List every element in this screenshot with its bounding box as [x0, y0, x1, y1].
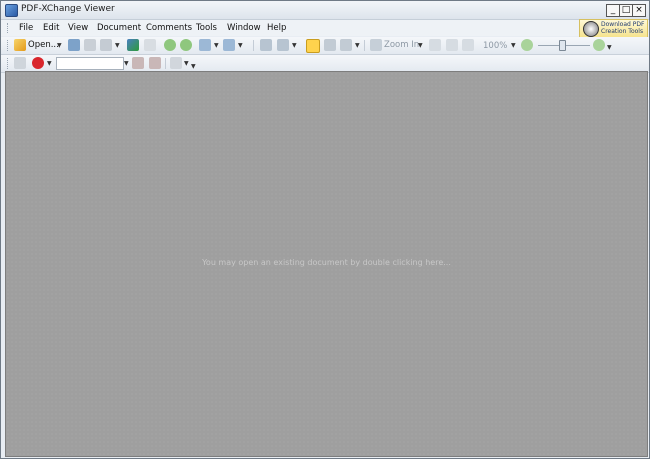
menu-tools[interactable]: Tools	[196, 23, 217, 33]
hand-tool-icon[interactable]	[306, 39, 320, 53]
menu-file[interactable]: File	[19, 23, 33, 33]
zoom-out-icon[interactable]	[521, 39, 533, 51]
title-bar[interactable]: PDF-XChange Viewer _ □ ×	[1, 1, 649, 20]
main-toolbar: Open... ▼ ▼ ▼ ▼ ▼ ▼ Zoom In ▼ 100% ▼ ▼	[1, 37, 649, 55]
toolbar-grip[interactable]	[7, 40, 11, 51]
menu-help[interactable]: Help	[267, 23, 286, 33]
zoom-plus-icon[interactable]	[593, 39, 605, 51]
menu-comments[interactable]: Comments	[146, 23, 192, 33]
toolbar2-overflow-arrow[interactable]: ▼	[191, 63, 196, 70]
forward-icon[interactable]	[180, 39, 192, 51]
toolbar-separator	[364, 40, 365, 51]
open-button[interactable]: Open...	[28, 40, 59, 50]
zoom-in-button[interactable]: Zoom In	[384, 40, 419, 50]
save-icon[interactable]	[68, 39, 80, 51]
mouse-cursor-icon	[583, 21, 599, 37]
close-button[interactable]: ×	[632, 4, 646, 17]
back-icon[interactable]	[164, 39, 176, 51]
find-prev-icon[interactable]	[149, 57, 161, 69]
zoom-level-dropdown-arrow[interactable]: ▼	[511, 42, 516, 49]
typewriter-dropdown-arrow[interactable]: ▼	[184, 60, 189, 67]
menu-document[interactable]: Document	[97, 23, 141, 33]
search-dropdown-arrow[interactable]: ▼	[124, 60, 129, 67]
maximize-button[interactable]: □	[619, 4, 633, 17]
email-dropdown-arrow[interactable]: ▼	[115, 42, 120, 49]
rotate-left-icon[interactable]	[260, 39, 272, 51]
glasses-icon[interactable]	[14, 57, 26, 69]
menu-edit[interactable]: Edit	[43, 23, 59, 33]
email-icon[interactable]	[100, 39, 112, 51]
snapshot-icon[interactable]	[340, 39, 352, 51]
document-canvas[interactable]: You may open an existing document by dou…	[5, 71, 648, 457]
open-document-hint: You may open an existing document by dou…	[202, 258, 451, 267]
promo-line1: Download PDF	[601, 21, 645, 28]
fit-page-icon[interactable]	[446, 39, 458, 51]
rotate-right-icon[interactable]	[277, 39, 289, 51]
snapshot-dropdown-arrow[interactable]: ▼	[355, 42, 360, 49]
select-text-icon[interactable]	[324, 39, 336, 51]
minimize-button[interactable]: _	[606, 4, 620, 17]
toolbar-separator	[165, 58, 166, 69]
toolbar-grip[interactable]	[7, 58, 11, 69]
undo-icon[interactable]	[199, 39, 211, 51]
ocr-icon[interactable]	[144, 39, 156, 51]
acrobat-icon[interactable]	[32, 57, 44, 69]
menu-window[interactable]: Window	[227, 23, 261, 33]
app-window: PDF-XChange Viewer _ □ × File Edit View …	[0, 0, 650, 459]
app-icon	[5, 4, 18, 17]
redo-icon[interactable]	[223, 39, 235, 51]
zoom-slider-knob[interactable]	[559, 40, 566, 51]
fit-width-icon[interactable]	[462, 39, 474, 51]
menu-grip[interactable]	[7, 23, 11, 33]
toolbar-overflow-arrow[interactable]: ▼	[607, 44, 612, 51]
zoom-in-icon[interactable]	[370, 39, 382, 51]
rotate-dropdown-arrow[interactable]: ▼	[292, 42, 297, 49]
print-icon[interactable]	[84, 39, 96, 51]
redo-dropdown-arrow[interactable]: ▼	[238, 42, 243, 49]
menu-bar: File Edit View Document Comments Tools W…	[1, 20, 649, 36]
window-title: PDF-XChange Viewer	[21, 4, 115, 14]
typewriter-icon[interactable]	[170, 57, 182, 69]
open-icon[interactable]	[14, 39, 26, 51]
zoom-in-dropdown-arrow[interactable]: ▼	[418, 42, 423, 49]
acrobat-dropdown-arrow[interactable]: ▼	[47, 60, 52, 67]
undo-dropdown-arrow[interactable]: ▼	[214, 42, 219, 49]
find-icon[interactable]	[132, 57, 144, 69]
open-dropdown-arrow[interactable]: ▼	[57, 42, 62, 49]
zoom-level-value: 100%	[483, 41, 508, 51]
download-pdf-tools-button[interactable]: Download PDF Creation Tools	[579, 19, 648, 39]
search-input[interactable]	[56, 57, 124, 70]
menu-view[interactable]: View	[68, 23, 88, 33]
scan-icon[interactable]	[127, 39, 139, 51]
promo-text: Download PDF Creation Tools	[601, 21, 644, 35]
toolbar-separator	[253, 40, 254, 51]
promo-line2: Creation Tools	[601, 28, 644, 35]
actual-size-icon[interactable]	[429, 39, 441, 51]
